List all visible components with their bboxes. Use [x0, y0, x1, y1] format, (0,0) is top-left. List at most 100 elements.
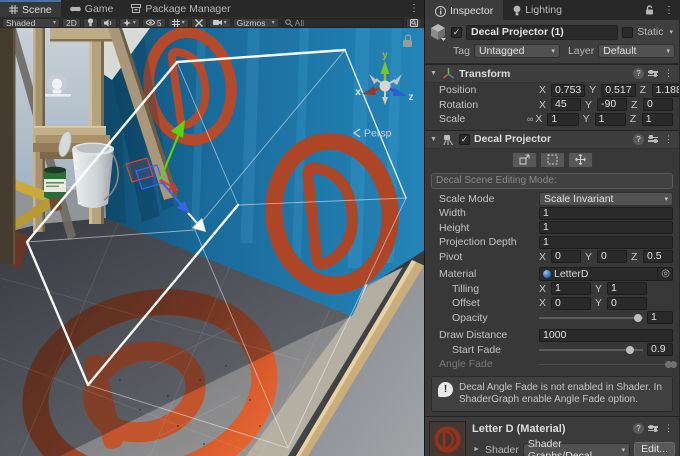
camera-settings-dropdown[interactable]: ▾ — [209, 18, 231, 28]
search-icon — [285, 19, 293, 27]
inspector-lock-icon[interactable] — [640, 0, 659, 20]
shader-edit-button[interactable]: Edit... — [634, 442, 675, 456]
start-fade-slider[interactable] — [539, 343, 643, 356]
presets-icon[interactable] — [648, 426, 658, 431]
layer-dropdown[interactable]: Default▾ — [598, 44, 675, 58]
gizmos-dropdown[interactable]: Gizmos▾ — [233, 18, 279, 28]
tab-scene[interactable]: Scene — [0, 0, 61, 17]
help-icon[interactable]: ? — [633, 134, 644, 145]
pivot-y-field[interactable]: 0 — [597, 250, 627, 263]
2d-toggle[interactable]: 2D — [62, 18, 81, 28]
info-icon — [435, 6, 446, 17]
inspector-menu-icon[interactable]: ⋮ — [659, 0, 679, 20]
scene-viewport[interactable]: y x z Persp — [0, 28, 424, 456]
pivot-x-field[interactable]: 0 — [551, 250, 581, 263]
tiling-x-field[interactable]: 1 — [551, 282, 591, 295]
editor-tools-button[interactable] — [191, 18, 207, 28]
scale-x-field[interactable]: 1 — [547, 113, 578, 126]
shader-label: Shader — [485, 444, 519, 456]
tab-inspector[interactable]: Inspector — [425, 0, 503, 20]
scene-visibility-toggle[interactable]: 5 — [142, 18, 166, 28]
tag-dropdown[interactable]: Untagged ▾ — [474, 44, 560, 58]
pivot-edit-mode-button[interactable] — [568, 152, 593, 168]
start-fade-value-field[interactable]: 0.9 — [647, 343, 673, 356]
material-object-field[interactable]: LetterD ◎ — [539, 267, 673, 281]
material-foldout-icon[interactable]: ► — [472, 446, 481, 453]
tiling-y-field[interactable]: 1 — [607, 282, 647, 295]
scale-edit-mode-button[interactable] — [512, 152, 537, 168]
scene-grid-icon — [9, 5, 18, 14]
x-axis-label: X — [535, 113, 543, 125]
object-picker-icon[interactable]: ◎ — [657, 268, 670, 280]
scene-lighting-toggle[interactable] — [83, 18, 98, 28]
static-caret-icon[interactable]: ▾ — [667, 28, 675, 36]
scene-pane-menu-icon[interactable]: ⋮ — [404, 0, 424, 17]
tiling-label: Tilling — [439, 283, 539, 295]
crop-edit-mode-button[interactable] — [540, 152, 565, 168]
help-icon[interactable]: ? — [633, 423, 644, 434]
gameobject-name-field[interactable]: Decal Projector (1) — [466, 25, 618, 40]
foldout-icon[interactable]: ▼ — [429, 70, 438, 77]
scale-mode-dropdown[interactable]: Scale Invariant▾ — [539, 192, 673, 206]
help-icon[interactable]: ? — [633, 68, 644, 79]
material-label: Material — [439, 268, 539, 280]
tab-package-manager-label: Package Manager — [145, 3, 230, 15]
rotation-z-field[interactable]: 0 — [643, 98, 673, 111]
search-square-icon — [410, 19, 418, 27]
tab-package-manager[interactable]: Package Manager — [122, 0, 239, 17]
shader-dropdown[interactable]: Shader Graphs/Decal▾ — [523, 443, 630, 456]
projection-depth-field[interactable]: 1 — [539, 236, 673, 249]
opacity-row: Opacity 1 — [425, 311, 679, 326]
tab-game[interactable]: Game — [61, 0, 123, 17]
offset-row: Offset X0 Y0 — [425, 296, 679, 311]
tab-lighting[interactable]: Lighting — [503, 0, 572, 20]
caret-icon: ▾ — [551, 47, 555, 55]
offset-x-field[interactable]: 0 — [551, 297, 591, 310]
opacity-value-field[interactable]: 1 — [647, 311, 673, 324]
scale-y-field[interactable]: 1 — [595, 113, 626, 126]
draw-distance-field[interactable]: 1000 — [539, 329, 673, 342]
rotation-x-field[interactable]: 45 — [551, 98, 581, 111]
pivot-z-field[interactable]: 0.5 — [643, 250, 673, 263]
position-x-field[interactable]: 0.753 — [551, 84, 585, 97]
z-axis-label: Z — [630, 113, 638, 125]
eye-icon — [146, 19, 155, 26]
scene-search-input[interactable]: All — [281, 18, 404, 28]
active-checkbox[interactable]: ✓ — [451, 27, 462, 38]
search-jump-button[interactable] — [406, 18, 422, 28]
offset-y-field[interactable]: 0 — [607, 297, 647, 310]
scene-audio-toggle[interactable] — [100, 18, 117, 28]
foldout-icon[interactable]: ▼ — [429, 136, 438, 143]
gameobject-header: ✓ Decal Projector (1) Static ▾ Tag Untag… — [425, 20, 679, 64]
hidden-count: 5 — [157, 18, 162, 28]
component-menu-icon[interactable]: ⋮ — [662, 134, 675, 145]
width-field[interactable]: 1 — [539, 207, 673, 220]
opacity-slider[interactable] — [539, 311, 643, 324]
angle-fade-label: Angle Fade — [439, 358, 539, 370]
static-checkbox[interactable] — [622, 27, 633, 38]
material-value: LetterD — [554, 268, 654, 280]
position-z-field[interactable]: 1.188 — [652, 84, 679, 97]
scale-z-field[interactable]: 1 — [642, 113, 673, 126]
grid-icon — [172, 19, 180, 27]
height-field[interactable]: 1 — [539, 221, 673, 234]
grid-settings-dropdown[interactable]: ▾ — [168, 18, 189, 28]
component-menu-icon[interactable]: ⋮ — [662, 68, 675, 79]
start-fade-row: Start Fade 0.9 — [425, 343, 679, 358]
position-y-field[interactable]: 0.517 — [601, 84, 635, 97]
rotation-y-field[interactable]: -90 — [597, 98, 627, 111]
draw-mode-dropdown[interactable]: Shaded▾ — [2, 18, 60, 28]
presets-icon[interactable] — [648, 71, 658, 76]
y-axis-label: Y — [595, 283, 603, 295]
component-enabled-checkbox[interactable]: ✓ — [459, 134, 470, 145]
scene-pane: Scene Game Package Manager ⋮ Shaded▾ 2D … — [0, 0, 425, 456]
constrain-proportions-icon[interactable]: ∞ — [527, 114, 533, 124]
transform-header[interactable]: ▼ Transform ? ⋮ — [425, 64, 679, 83]
tag-value: Untagged — [479, 45, 525, 57]
material-thumbnail[interactable] — [429, 421, 466, 456]
scene-effects-dropdown[interactable]: ▾ — [119, 18, 140, 28]
presets-icon[interactable] — [648, 137, 658, 142]
material-menu-icon[interactable]: ⋮ — [662, 423, 675, 434]
gameobject-cube-icon[interactable] — [429, 23, 447, 41]
decal-projector-header[interactable]: ▼ ✓ Decal Projector ? ⋮ — [425, 130, 679, 149]
